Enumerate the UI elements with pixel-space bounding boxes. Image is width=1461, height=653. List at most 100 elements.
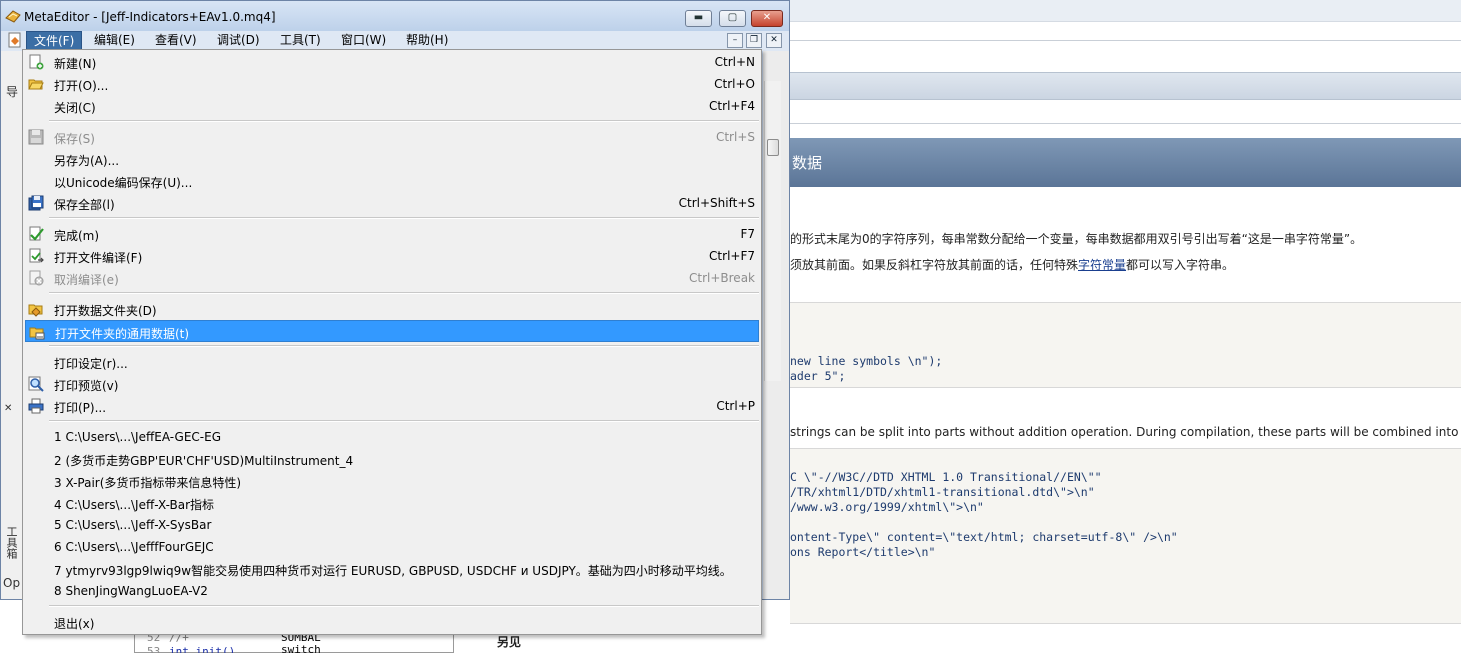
menu-separator [49,420,759,422]
menu-item-label: 打印预览(v) [54,379,119,393]
printer-icon [28,398,44,414]
string-constant-link[interactable]: 字符常量 [1078,258,1126,272]
menu-item-print-setup[interactable]: 打印设定(r)... [25,351,759,373]
code-line: ader 5"; [790,369,846,383]
menu-item-compile[interactable]: 完成(m) F7 [25,223,759,245]
cancel-compile-icon [29,270,44,286]
menu-item-label: 保存(S) [54,132,95,146]
compile-open-icon [29,248,44,263]
open-folder-icon [28,79,44,90]
toolbox-label[interactable]: 工具箱 [3,526,19,559]
menu-item-save-all[interactable]: 保存全部(l) Ctrl+Shift+S [25,192,759,214]
recent-file-item[interactable]: 6 C:\Users\...\JefffFourGEJC [25,536,759,558]
recent-file-label: 4 C:\Users\...\Jeff-X-Bar指标 [54,498,215,512]
menu-item-shortcut: Ctrl+N [714,55,755,69]
menu-item-cancel-compile[interactable]: 取消编译(e) Ctrl+Break [25,267,759,289]
help-nav-bar [790,72,1461,100]
close-button[interactable]: ✕ [751,10,783,27]
recent-file-label: 5 C:\Users\...\Jeff-X-SysBar [54,518,212,532]
file-menu-dropdown: 新建(N) Ctrl+N 打开(O)... Ctrl+O 关闭(C) Ctrl+… [22,49,762,635]
see-also-heading: 另见 [497,635,522,649]
menu-item-new[interactable]: 新建(N) Ctrl+N [25,51,759,73]
menu-item-shortcut: Ctrl+F7 [709,249,755,263]
menu-item-label: 取消编译(e) [54,273,119,287]
recent-file-label: 3 X-Pair(多货币指标带来信息特性) [54,476,242,490]
menu-bar: 文件(F) 编辑(E) 查看(V) 调试(D) 工具(T) 窗口(W) 帮助(H… [1,31,789,51]
menu-window[interactable]: 窗口(W) [334,31,393,50]
menu-item-label: 关闭(C) [54,101,96,115]
menu-item-label: 打开数据文件夹(D) [54,304,157,318]
help-divider [790,123,1461,124]
menu-debug[interactable]: 调试(D) [210,31,267,50]
help-section-title: 数据 [790,138,1461,187]
recent-file-item[interactable]: 8 ShenJingWangLuoEA-V2 [25,580,759,602]
menu-item-shortcut: Ctrl+Break [689,271,755,285]
recent-file-label: 2 (多货币走势GBP'EUR'CHF'USD)MultiInstrument_… [54,454,354,468]
menu-item-close[interactable]: 关闭(C) Ctrl+F4 [25,95,759,117]
maximize-button[interactable]: ▢ [719,10,746,27]
menu-separator [49,292,759,294]
help-paragraph: 须放其前面。如果反斜杠字符放其前面的话，任何特殊字符常量都可以写入字符串。 [790,256,1461,273]
menu-file[interactable]: 文件(F) [26,31,83,50]
menu-tools[interactable]: 工具(T) [273,31,328,50]
document-icon [8,32,21,48]
menu-item-shortcut: F7 [740,227,755,241]
recent-file-item[interactable]: 2 (多货币走势GBP'EUR'CHF'USD)MultiInstrument_… [25,448,759,470]
panel-close-icon[interactable]: ✕ [4,403,12,414]
recent-file-label: 8 ShenJingWangLuoEA-V2 [54,584,208,598]
menu-item-save-unicode[interactable]: 以Unicode编码保存(U)... [25,170,759,192]
menu-item-shortcut: Ctrl+P [716,399,755,413]
recent-file-label: 6 C:\Users\...\JefffFourGEJC [54,540,214,554]
menu-help[interactable]: 帮助(H) [399,31,455,50]
code-line: ontent-Type\" content=\"text/html; chars… [790,530,1178,544]
scrollbar-thumb[interactable] [767,139,779,156]
menu-item-label: 另存为(A)... [54,154,120,168]
menu-item-label: 打印(P)... [54,401,107,415]
vertical-scrollbar[interactable] [764,81,781,381]
menu-item-label: 以Unicode编码保存(U)... [54,176,193,190]
mdi-minimize-button[interactable]: – [727,33,743,48]
help-paragraph-text: 都可以写入字符串。 [1126,258,1235,272]
menu-separator [49,605,759,607]
code-example-box [790,302,1461,388]
menu-item-exit[interactable]: 退出(x) [25,611,759,633]
mdi-restore-button[interactable]: ❐ [746,33,762,48]
menu-item-label: 新建(N) [54,57,97,71]
menu-item-save[interactable]: 保存(S) Ctrl+S [25,126,759,148]
menu-item-label: 打印设定(r)... [54,357,128,371]
output-tab-label[interactable]: Op [3,576,20,590]
menu-item-label: 打开文件夹的通用数据(t) [55,327,190,341]
help-paragraph: strings can be split into parts without … [790,425,1461,439]
help-paragraph-text: 须放其前面。如果反斜杠字符放其前面的话，任何特殊 [790,258,1079,272]
menu-item-print[interactable]: 打印(P)... Ctrl+P [25,395,759,417]
menu-item-print-preview[interactable]: 打印预览(v) [25,373,759,395]
menu-item-open-data-folder[interactable]: 打开数据文件夹(D) [25,298,759,320]
title-bar[interactable]: MetaEditor - [Jeff-Indicators+EAv1.0.mq4… [1,1,789,31]
menu-item-shortcut: Ctrl+O [714,77,755,91]
recent-file-item[interactable]: 1 C:\Users\...\JeffEA-GEC-EG [25,426,759,448]
menu-item-label: 完成(m) [54,229,100,243]
navigator-label: 导 [6,85,19,99]
menu-item-open-common-data[interactable]: 打开文件夹的通用数据(t) [25,320,759,342]
code-line: /www.w3.org/1999/xhtml\">\n" [790,500,984,514]
recent-file-item[interactable]: 4 C:\Users\...\Jeff-X-Bar指标 [25,492,759,514]
menu-edit[interactable]: 编辑(E) [87,31,142,50]
recent-file-item[interactable]: 5 C:\Users\...\Jeff-X-SysBar [25,514,759,536]
window-title: MetaEditor - [Jeff-Indicators+EAv1.0.mq4… [24,10,276,24]
save-all-icon [28,195,44,211]
help-toolbar [790,0,1461,22]
recent-file-item[interactable]: 7 ytmyrv93lgp9lwiq9w智能交易使用四种货币对运行 EURUSD… [25,558,759,580]
help-paragraph: 的形式末尾为0的字符序列，每串常数分配给一个变量，每串数据都用双引号引出写着“这… [790,232,1363,246]
mdi-close-button[interactable]: ✕ [766,33,782,48]
recent-file-item[interactable]: 3 X-Pair(多货币指标带来信息特性) [25,470,759,492]
menu-view[interactable]: 查看(V) [148,31,204,50]
menu-item-save-as[interactable]: 另存为(A)... [25,148,759,170]
menu-item-open[interactable]: 打开(O)... Ctrl+O [25,73,759,95]
print-preview-icon [28,376,44,392]
menu-item-compile-open[interactable]: 打开文件编译(F) Ctrl+F7 [25,245,759,267]
code-text: int init() [169,645,236,653]
menu-separator [49,345,759,347]
line-number: 53 [147,645,161,653]
minimize-button[interactable]: ▬ [685,10,712,27]
common-folder-icon [29,327,45,340]
